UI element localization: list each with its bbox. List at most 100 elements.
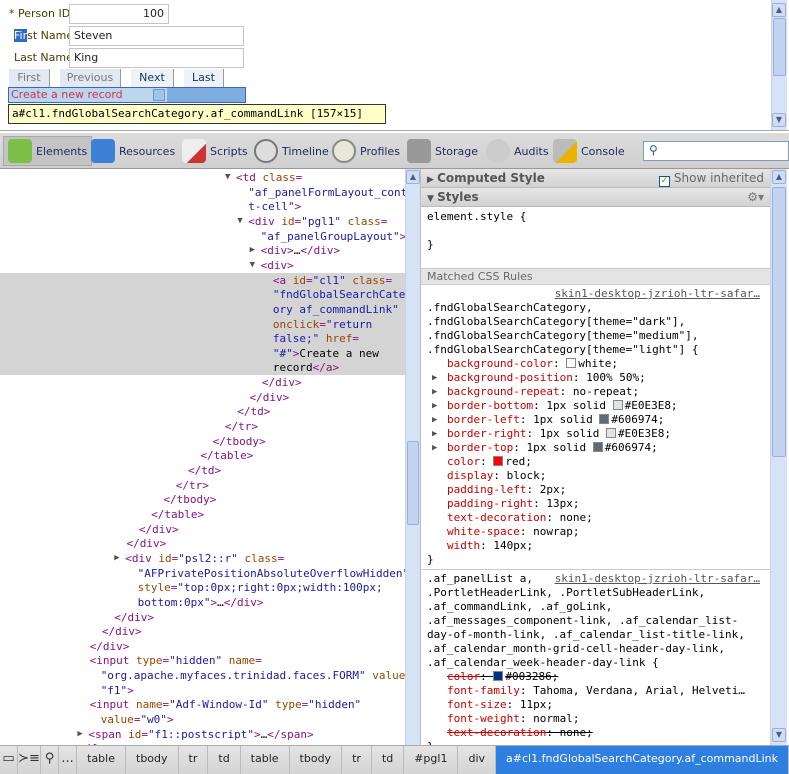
stylesheet-link[interactable]: skin1-desktop-jzrioh-ltr-safar… [427,287,764,301]
styles-scrollbar[interactable]: ▲ ▼ [770,169,787,745]
previous-button[interactable]: Previous [60,69,121,87]
dom-tree-scrollbar[interactable]: ▲ [405,169,420,745]
search-input[interactable]: ⚲ [643,141,789,161]
color-swatch[interactable] [605,428,616,438]
scroll-down-icon[interactable]: ▼ [772,728,786,742]
dom-tree-line[interactable]: </td> [0,463,405,478]
css-property[interactable]: text-decoration: none; [427,726,764,740]
breadcrumb-item[interactable]: td [208,746,241,774]
next-button[interactable]: Next [131,69,174,87]
css-property[interactable]: display: block; [427,469,764,483]
dom-tree-line[interactable]: ▶ <div>…</div> [0,243,405,258]
dom-tree-line[interactable]: </td> [0,404,405,419]
tab-resources[interactable]: Resources [87,136,179,166]
first-name-field[interactable]: Steven [69,26,244,46]
preview-scrollbar[interactable]: ▲ ▼ [771,0,787,130]
dom-tree-line[interactable]: "af_panelGroupLayout"> [0,229,405,244]
dom-tree-line[interactable]: <input type="hidden" name= [0,653,405,668]
dom-tree-line[interactable]: onclick="return [0,316,405,332]
last-name-field[interactable]: King [69,48,244,68]
dom-tree-line[interactable]: value="w0"> [0,712,405,727]
breadcrumb-item[interactable]: tr [179,746,209,774]
dom-tree-line[interactable]: ory af_commandLink" [0,301,405,317]
dom-tree-line[interactable]: </div> [0,522,405,537]
dom-tree-line[interactable]: </tbody> [0,492,405,507]
expand-icon[interactable]: ▶ [432,413,437,427]
css-property[interactable]: text-decoration: none; [427,511,764,525]
dom-tree-line[interactable]: "f1"> [0,683,405,698]
color-swatch[interactable] [599,414,610,424]
show-inherited-checkbox[interactable]: ✓ Show inherited [659,169,764,187]
dom-tree-line[interactable]: </table> [0,448,405,463]
expand-icon[interactable]: ▶ [250,243,255,258]
breadcrumb-item[interactable]: tr [342,746,372,774]
scroll-up-icon[interactable]: ▲ [772,3,786,17]
dom-tree-line[interactable]: </tr> [0,478,405,493]
scroll-thumb[interactable] [772,187,786,457]
css-property[interactable]: font-size: 11px; [427,698,764,712]
css-property[interactable]: ▶ background-repeat: no-repeat; [427,385,764,399]
dom-tree-line[interactable]: ▼ <div> [0,258,405,273]
dom-tree-line[interactable]: ▼ <td class= [0,170,405,185]
dom-tree-line[interactable]: record</a> [0,360,405,376]
tab-audits[interactable]: Audits [482,136,553,166]
expand-icon[interactable]: ▶ [432,441,437,455]
expand-icon[interactable]: ▶ [432,427,437,441]
breadcrumb-item[interactable]: #pgl1 [404,746,459,774]
last-button[interactable]: Last [184,69,224,87]
expand-icon[interactable]: ▶ [432,385,437,399]
dom-tree[interactable]: ▼ <td class= "af_panelFormLayout_conten t-c… [0,169,405,745]
css-property[interactable]: color: red; [427,455,764,469]
expand-icon[interactable]: ▶ [432,371,437,385]
dom-tree-line[interactable]: </div> [0,375,405,390]
dom-tree-line[interactable]: </div> [0,624,405,639]
scroll-thumb[interactable] [773,18,786,76]
dom-tree-line[interactable]: </tbody> [0,434,405,449]
scroll-thumb[interactable] [407,441,419,525]
dom-tree-line[interactable]: style="top:0px;right:0px;width:100px; [0,580,405,595]
dom-tree-line[interactable]: "AFPrivatePositionAbsoluteOverflowHidden… [0,566,405,581]
dock-icon[interactable]: ▭ [0,746,19,774]
dom-tree-line[interactable]: </div> [0,610,405,625]
dom-tree-line[interactable]: ▼ <div id="pgl1" class= [0,214,405,229]
dom-tree-line[interactable]: "#">Create a new [0,345,405,361]
css-property[interactable]: white-space: nowrap; [427,525,764,539]
color-swatch[interactable] [592,442,603,452]
breadcrumb-item[interactable]: td [372,746,405,774]
expand-icon[interactable]: ▶ [114,551,119,566]
dom-tree-line[interactable]: bottom:0px">…</div> [0,595,405,610]
tab-storage[interactable]: Storage [403,136,482,166]
person-id-field[interactable]: 100 [69,4,169,24]
dom-tree-line[interactable]: "fndGlobalSearchCateg [0,287,405,303]
css-property[interactable]: ▶ border-top: 1px solid #606974; [427,441,764,455]
expand-icon[interactable]: ▶ [77,727,82,742]
css-property[interactable]: padding-left: 2px; [427,483,764,497]
expand-icon[interactable]: ▶ [432,399,437,413]
scroll-up-icon[interactable]: ▲ [772,170,786,184]
color-swatch[interactable] [612,400,623,410]
css-property[interactable]: ▶ background-position: 100% 50%; [427,371,764,385]
dom-tree-line[interactable]: <input name="Adf-Window-Id" type="hidden… [0,697,405,712]
dom-tree-line[interactable]: "org.apache.myfaces.trinidad.faces.FORM"… [0,668,405,683]
collapse-icon[interactable]: ▼ [250,258,255,273]
first-button[interactable]: First [9,69,50,87]
scroll-up-icon[interactable]: ▲ [406,170,420,184]
dom-tree-line[interactable]: "af_panelFormLayout_conten [0,185,405,200]
console-toggle-icon[interactable]: ≻≡ [18,746,41,774]
dom-tree-line[interactable]: false;" href= [0,331,405,347]
tab-scripts[interactable]: Scripts [178,136,252,166]
dom-tree-line[interactable]: </div> [0,639,405,654]
stylesheet-link[interactable]: skin1-desktop-jzrioh-ltr-safar… [555,572,764,586]
color-swatch[interactable] [493,671,504,681]
css-property[interactable]: background-color: white; [427,357,764,371]
css-rule[interactable]: skin1-desktop-jzrioh-ltr-safar… .fndGloba… [421,285,770,570]
collapse-icon[interactable]: ▼ [237,214,242,229]
tab-timeline[interactable]: Timeline [250,136,333,166]
css-property[interactable]: ▶ border-left: 1px solid #606974; [427,413,764,427]
dom-tree-line[interactable]: <a id="cl1" class= [0,272,405,288]
css-property[interactable]: font-family: Tahoma, Verdana, Arial, Hel… [427,684,764,698]
dom-tree-line[interactable]: </div> [0,536,405,551]
dom-tree-line[interactable]: </div> [0,390,405,405]
dom-tree-line[interactable]: ▶ <span id="f1::postscript">…</span> [0,727,405,742]
css-property[interactable]: color: #003286; [427,670,764,684]
